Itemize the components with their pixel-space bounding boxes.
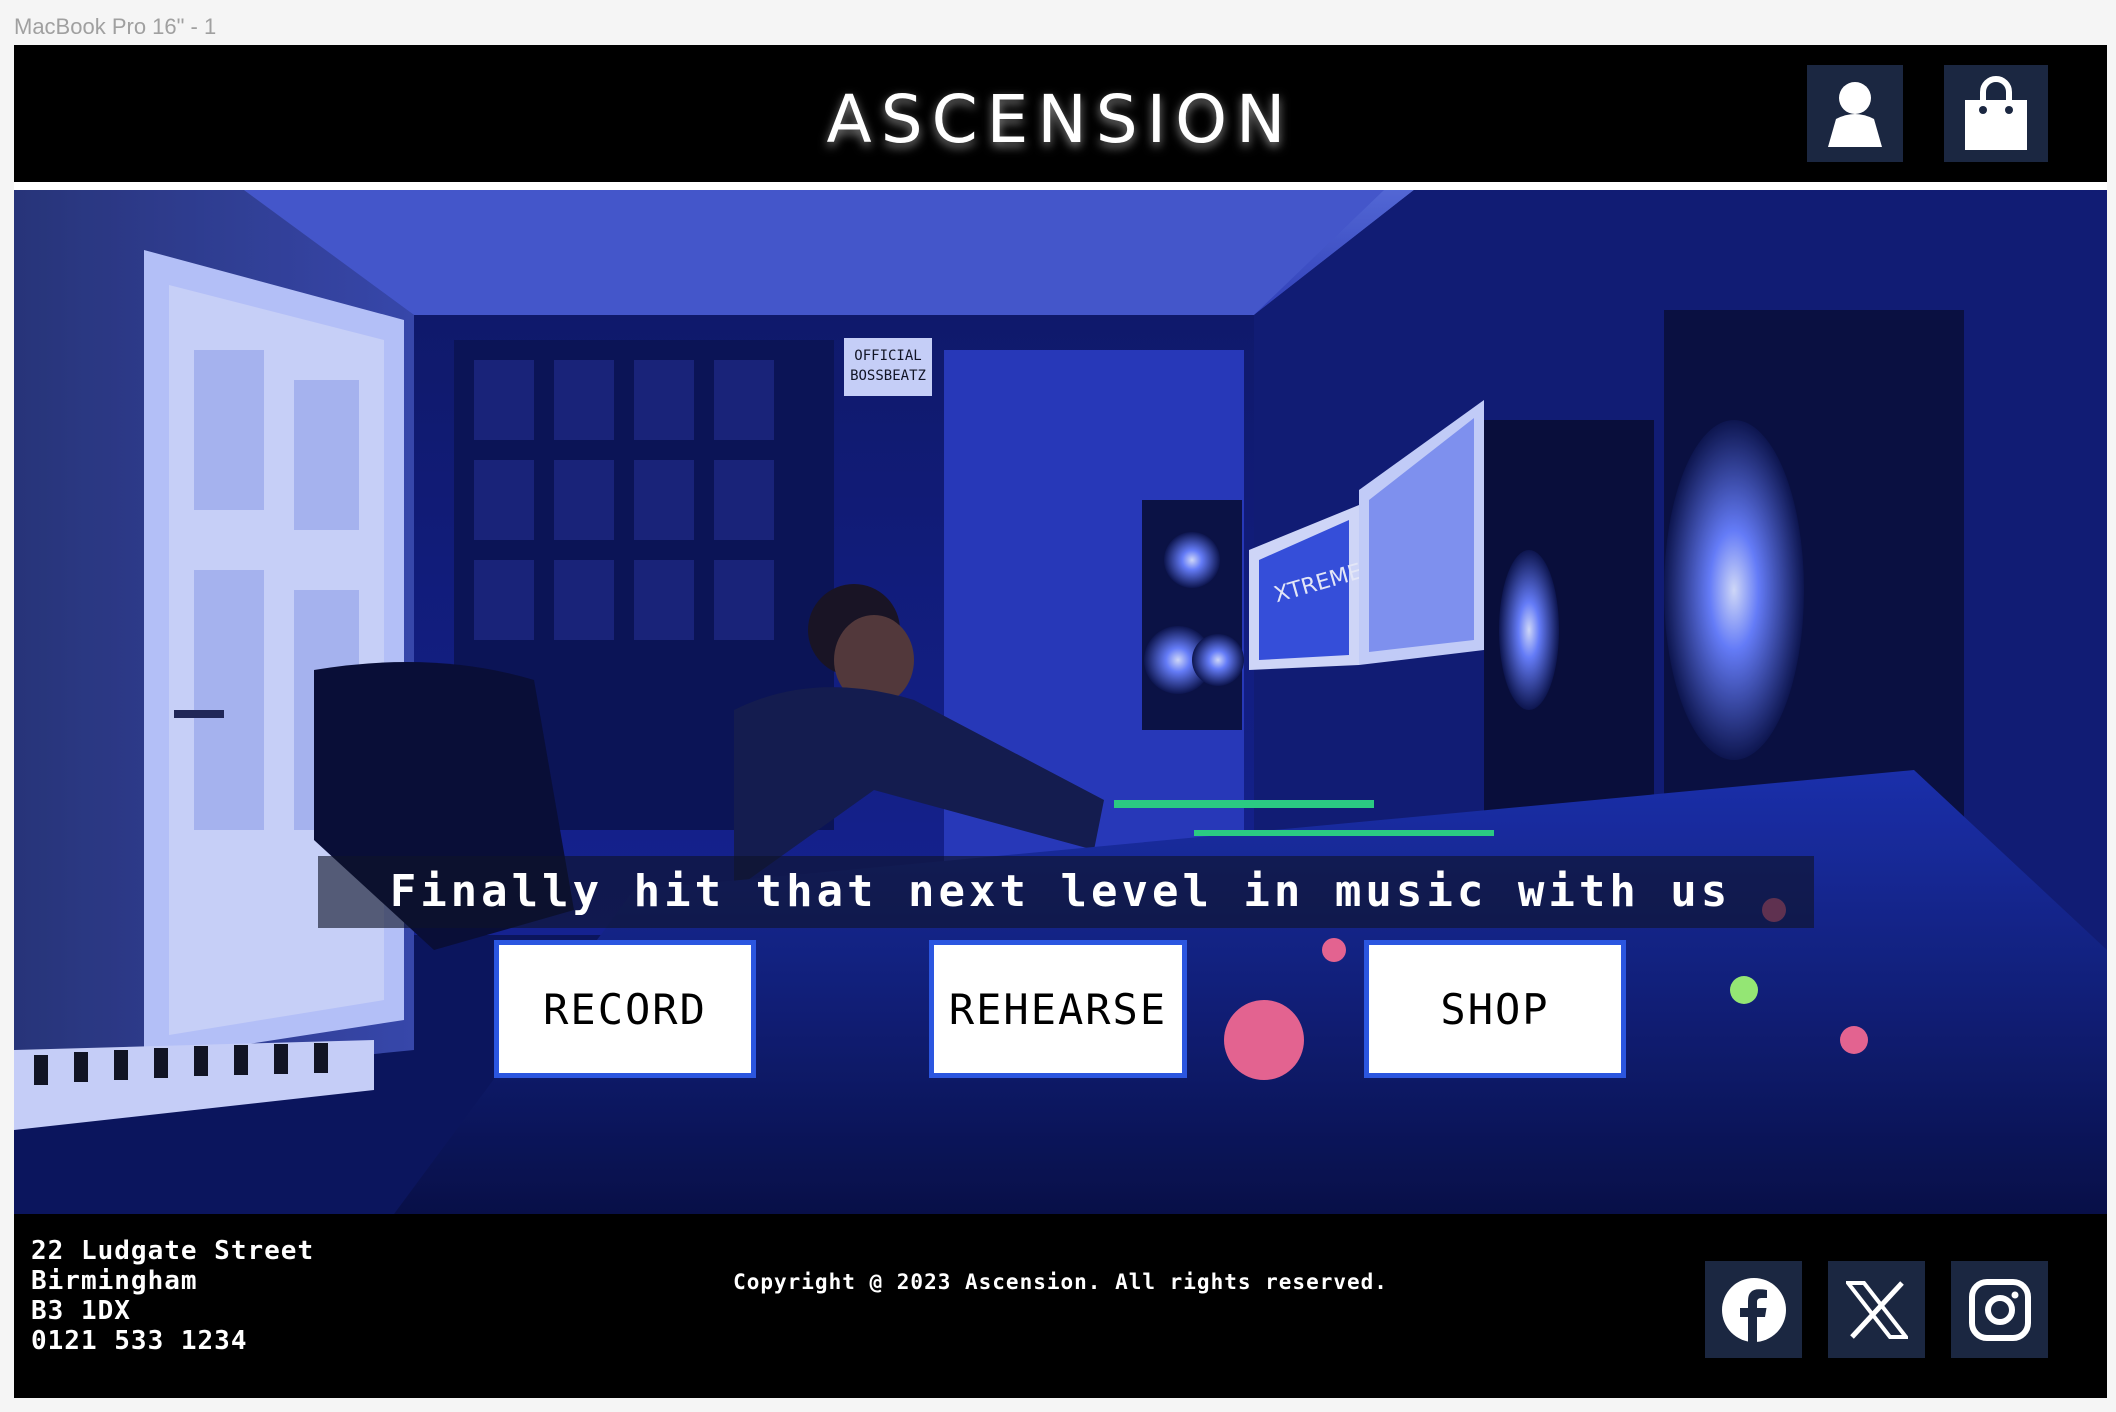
address-postcode: B3 1DX xyxy=(31,1296,131,1326)
cart-button[interactable] xyxy=(1944,65,2048,162)
x-icon xyxy=(1845,1280,1908,1339)
site-header: ASCENSION xyxy=(14,45,2107,182)
user-icon xyxy=(1828,81,1882,147)
site-footer: 22 Ludgate Street Birmingham B3 1DX 0121… xyxy=(14,1214,2107,1398)
instagram-icon xyxy=(1968,1278,2031,1341)
record-button[interactable]: RECORD xyxy=(494,940,756,1078)
rehearse-button[interactable]: REHEARSE xyxy=(929,940,1187,1078)
phone-number[interactable]: 0121 533 1234 xyxy=(31,1326,314,1356)
frame-label: MacBook Pro 16" - 1 xyxy=(14,14,217,39)
hero-tagline: Finally hit that next level in music wit… xyxy=(389,866,1732,917)
address-street: 22 Ludgate Street xyxy=(31,1236,315,1266)
hero-section: OFFICIAL BOSSBEATZ XTREME Finally hit th… xyxy=(14,190,2107,1214)
shop-button[interactable]: SHOP xyxy=(1364,940,1626,1078)
page-frame: ASCENSION OFFICIAL BOSSBEATZ XTREME Fina… xyxy=(14,45,2107,1398)
x-link[interactable] xyxy=(1828,1261,1925,1358)
address-block: 22 Ludgate Street Birmingham B3 1DX 0121… xyxy=(31,1236,314,1356)
brand-logo[interactable]: ASCENSION xyxy=(14,81,2107,158)
shopping-bag-icon xyxy=(1965,75,2027,150)
instagram-link[interactable] xyxy=(1951,1261,2048,1358)
facebook-icon xyxy=(1721,1277,1786,1343)
account-button[interactable] xyxy=(1807,65,1903,162)
facebook-link[interactable] xyxy=(1705,1261,1802,1358)
